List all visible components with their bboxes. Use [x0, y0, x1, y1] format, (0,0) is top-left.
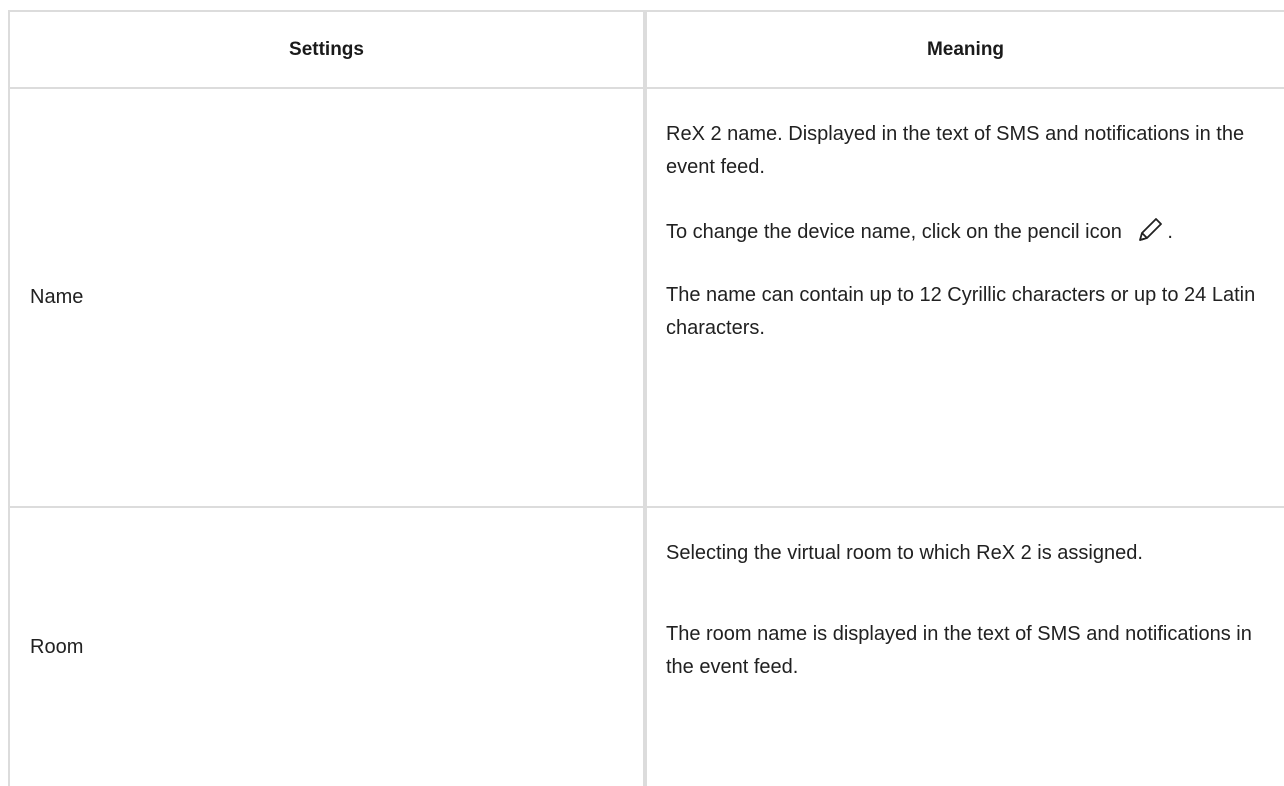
name-change-instructions: To change the device name, click on the …	[666, 214, 1173, 249]
meaning-cell: ReX 2 name. Displayed in the text of SMS…	[647, 89, 1284, 506]
setting-name-label: Name	[30, 286, 84, 308]
meaning-cell: Selecting the virtual room to which ReX …	[647, 508, 1284, 786]
header-settings: Settings	[10, 12, 647, 87]
table-row-name: Name ReX 2 name. Displayed in the text o…	[10, 89, 1284, 508]
pencil-icon	[1131, 214, 1167, 244]
room-display-note: The room name is displayed in the text o…	[666, 623, 1252, 678]
header-meaning: Meaning	[926, 38, 1005, 60]
settings-cell: Name	[10, 89, 647, 506]
room-description: Selecting the virtual room to which ReX …	[666, 542, 1143, 564]
table-header-row: Settings Meaning	[10, 12, 1284, 89]
setting-room-label: Room	[30, 635, 84, 658]
name-change-period: .	[1167, 221, 1173, 243]
name-description: ReX 2 name. Displayed in the text of SMS…	[666, 123, 1245, 178]
settings-table: Settings Meaning Name ReX 2 name. Displa…	[8, 10, 1284, 786]
settings-cell: Room	[10, 508, 647, 786]
name-change-text: To change the device name, click on the …	[666, 221, 1122, 243]
table-row-room: Room Selecting the virtual room to which…	[10, 508, 1284, 786]
name-length-limit: The name can contain up to 12 Cyrillic c…	[666, 284, 1256, 339]
